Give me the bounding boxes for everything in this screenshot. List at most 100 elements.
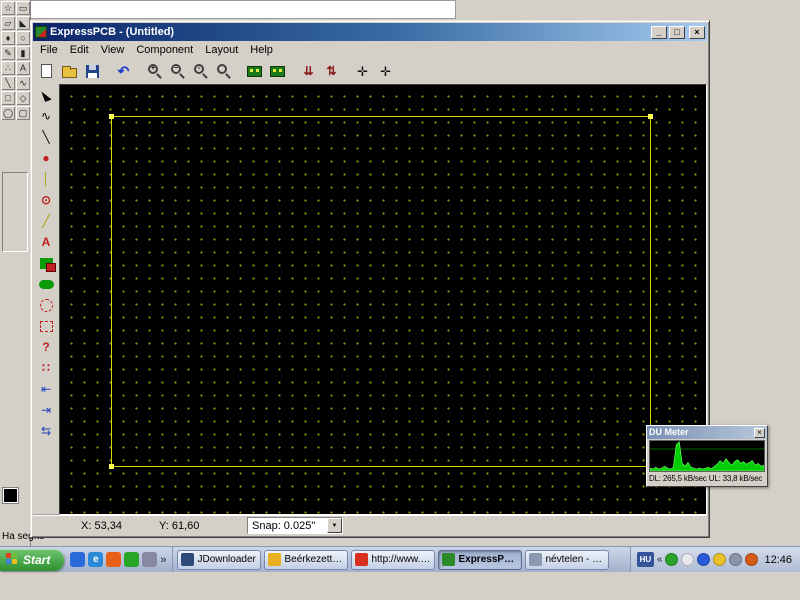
maximize-button[interactable]: □: [669, 25, 685, 39]
quick-launch-icon-2[interactable]: e: [88, 552, 104, 567]
tray-icon-3[interactable]: [697, 553, 711, 566]
menu-component[interactable]: Component: [130, 43, 199, 57]
paint-tool-magnifier[interactable]: ○: [16, 31, 30, 45]
new-file-button[interactable]: [35, 60, 58, 82]
board-handle-bottom-left[interactable]: [109, 464, 114, 469]
desktop-filler: [0, 572, 800, 600]
disconnect-left-tool[interactable]: ⇤: [35, 379, 57, 399]
tray-icon-5[interactable]: [729, 553, 743, 566]
pad-tool[interactable]: ●: [35, 148, 57, 168]
du-meter-stats: DL: 265,5 kB/sec UL: 33,8 kB/sec: [649, 474, 763, 483]
component-help-tool[interactable]: ?: [35, 337, 57, 357]
filled-ellipse-icon: [38, 279, 54, 289]
disconnect-right-icon: ⇥: [40, 403, 52, 417]
zoom-out-button[interactable]: −: [166, 60, 189, 82]
snap-grid-combobox[interactable]: Snap: 0.025" ▼: [247, 517, 343, 534]
line-tool[interactable]: ╲: [35, 127, 57, 147]
zoom-in-button[interactable]: +: [143, 60, 166, 82]
tray-clock[interactable]: 12:46: [764, 554, 792, 566]
quick-launch-icon-3[interactable]: [106, 552, 122, 567]
filled-ellipse-tool[interactable]: [35, 274, 57, 294]
tray-icon-4[interactable]: [713, 553, 727, 566]
open-file-button[interactable]: [58, 60, 81, 82]
curve-tool[interactable]: ∿: [35, 106, 57, 126]
board-outline[interactable]: [109, 114, 653, 469]
paint-tool-polygon[interactable]: ◇: [16, 91, 30, 105]
tray-icon-6[interactable]: [745, 553, 759, 566]
taskbar-button-expresspcb[interactable]: ExpressPCB - ...: [438, 549, 523, 570]
select-icon: ▭: [18, 2, 28, 13]
paint-tool-eraser[interactable]: ▱: [1, 16, 15, 30]
zoom-in-icon: +: [146, 63, 163, 80]
close-button[interactable]: ×: [689, 25, 705, 39]
quick-launch-icon-5[interactable]: [142, 552, 158, 567]
spacing-tool-2-button[interactable]: ⇅: [320, 60, 343, 82]
menu-edit[interactable]: Edit: [64, 43, 95, 57]
window-title-bar[interactable]: ExpressPCB - (Untitled) _ □ ×: [33, 23, 707, 41]
text-tool[interactable]: A: [35, 232, 57, 252]
paint-tool-free-select[interactable]: ☆: [1, 1, 15, 15]
board-handle-top-right[interactable]: [648, 114, 653, 119]
select-tool[interactable]: [35, 85, 57, 105]
keepout-circle-tool[interactable]: [35, 295, 57, 315]
combo-dropdown-arrow[interactable]: ▼: [327, 518, 342, 533]
tray-icon-2[interactable]: [681, 553, 695, 566]
du-meter-title-bar[interactable]: DU Meter ×: [647, 426, 767, 439]
paint-tool-color-picker[interactable]: ♦: [1, 31, 15, 45]
taskbar-button-mail[interactable]: Beérkezett üze...: [264, 549, 349, 570]
paint-tool-rounded-rectangle[interactable]: ▢: [16, 106, 30, 120]
paint-tool-text[interactable]: A: [16, 61, 30, 75]
ellipse-icon: ◯: [2, 107, 14, 118]
paint-tool-brush[interactable]: ▮: [16, 46, 30, 60]
plane-tool[interactable]: [35, 253, 57, 273]
pan-tool-2-button[interactable]: ✛: [374, 60, 397, 82]
menu-layout[interactable]: Layout: [199, 43, 244, 57]
taskbar-button-browser[interactable]: http://www.ke...: [351, 549, 436, 570]
paint-foreground-color[interactable]: [3, 488, 18, 503]
save-button[interactable]: [81, 60, 104, 82]
paint-tool-airbrush[interactable]: ∴: [1, 61, 15, 75]
paint-tool-select[interactable]: ▭: [16, 1, 30, 15]
tray-chevron[interactable]: «: [657, 554, 663, 565]
express-toolbar: ↶ + − ▫ ⇊ ⇅ ✛ ✛: [33, 58, 707, 84]
start-button[interactable]: Start: [0, 548, 65, 571]
quick-launch-icon-4[interactable]: [124, 552, 140, 567]
paint-tool-pencil[interactable]: ✎: [1, 46, 15, 60]
express-status-bar: X: 53,34 Y: 61,60 Snap: 0.025" ▼: [33, 515, 707, 535]
spacing-tool-1-button[interactable]: ⇊: [297, 60, 320, 82]
du-meter-close-button[interactable]: ×: [754, 427, 765, 438]
quick-launch-icon-1[interactable]: [70, 552, 86, 567]
view-board-bottom-button[interactable]: [266, 60, 289, 82]
browser-icon: [355, 553, 369, 566]
paint-tool-line[interactable]: ╲: [1, 76, 15, 90]
via-tool[interactable]: ⊙: [35, 190, 57, 210]
zoom-previous-button[interactable]: [212, 60, 235, 82]
trace-tool[interactable]: │: [35, 169, 57, 189]
grid-dots-tool[interactable]: ∷: [35, 358, 57, 378]
board-handle-top-left[interactable]: [109, 114, 114, 119]
paint-tool-curve[interactable]: ∿: [16, 76, 30, 90]
paint-tool-fill[interactable]: ◣: [16, 16, 30, 30]
tray-icon-1[interactable]: [665, 553, 679, 566]
minimize-button[interactable]: _: [651, 25, 667, 39]
zoom-board-button[interactable]: ▫: [189, 60, 212, 82]
taskbar-button-paint[interactable]: névtelen - Paint: [525, 549, 610, 570]
taskbar-button-jdownloader[interactable]: JDownloader: [177, 549, 262, 570]
menu-file[interactable]: File: [34, 43, 64, 57]
keepout-rect-tool[interactable]: [35, 316, 57, 336]
view-board-top-button[interactable]: [243, 60, 266, 82]
swap-traces-tool[interactable]: ⇆: [35, 421, 57, 441]
language-indicator[interactable]: HU: [636, 552, 654, 567]
new-file-icon: [41, 64, 52, 78]
undo-button[interactable]: ↶: [112, 60, 135, 82]
quick-launch-overflow-chevron[interactable]: »: [160, 554, 166, 566]
paint-tool-ellipse[interactable]: ◯: [1, 106, 15, 120]
paint-tool-rectangle[interactable]: □: [1, 91, 15, 105]
pan-tool-1-button[interactable]: ✛: [351, 60, 374, 82]
angle-trace-tool[interactable]: ╱: [35, 211, 57, 231]
disconnect-right-tool[interactable]: ⇥: [35, 400, 57, 420]
pcb-canvas[interactable]: [59, 84, 707, 515]
menu-view[interactable]: View: [95, 43, 131, 57]
menu-help[interactable]: Help: [244, 43, 279, 57]
rounded-rectangle-icon: ▢: [18, 107, 28, 118]
